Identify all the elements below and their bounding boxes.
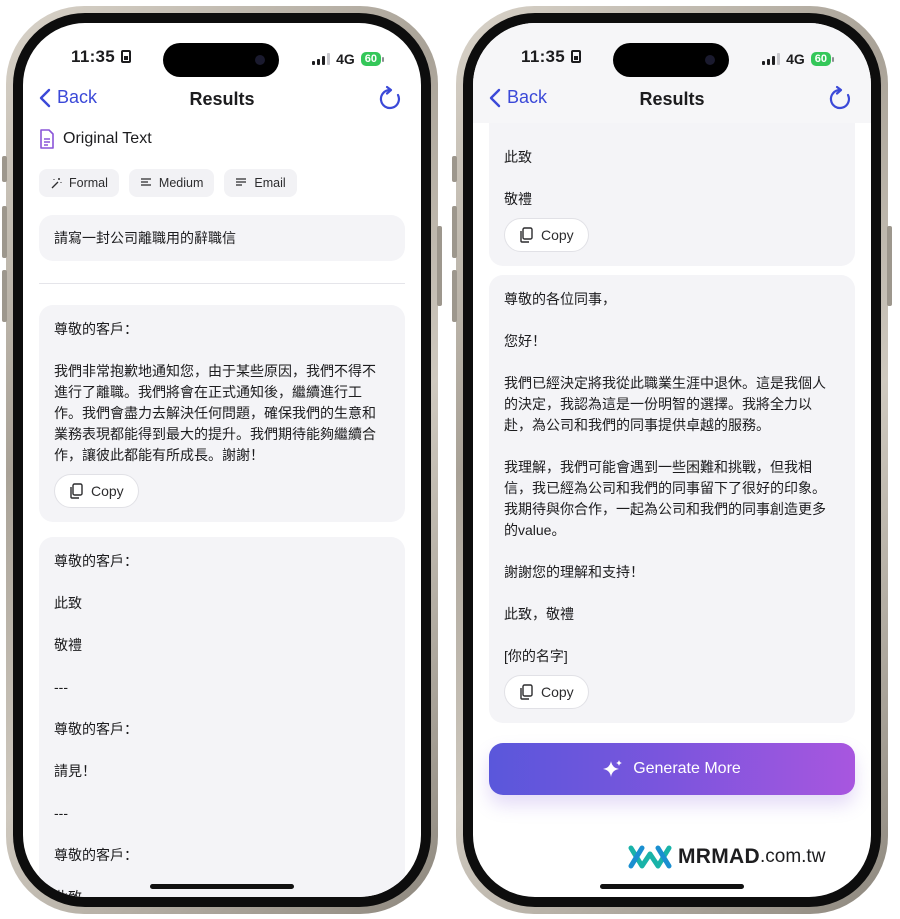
watermark-domain: .com.tw (759, 846, 826, 867)
signal-icon (762, 53, 781, 65)
chip-length[interactable]: Medium (128, 169, 215, 197)
mrmad-logo-icon (628, 845, 672, 869)
home-indicator (150, 884, 294, 889)
copy-button[interactable]: Copy (504, 218, 589, 252)
divider (39, 283, 405, 284)
chip-format-label: Email (254, 176, 286, 190)
page-title: Results (639, 89, 705, 109)
watermark-brand: MRMAD (678, 845, 760, 868)
copy-icon (520, 227, 533, 243)
home-indicator (600, 884, 744, 889)
copy-icon (70, 483, 83, 499)
copy-button[interactable]: Copy (54, 474, 139, 508)
original-text-label: Original Text (63, 130, 152, 147)
sim-icon (121, 50, 132, 63)
magic-wand-icon (51, 178, 62, 189)
chip-length-label: Medium (158, 176, 204, 190)
generate-more-button[interactable]: Generate More (489, 743, 855, 795)
result-text: 此致 敬禮 (504, 149, 532, 207)
result-card-1: 尊敬的客戶： 我們非常抱歉地通知您，由于某些原因，我們不得不 進行了離職。我們將… (39, 305, 405, 522)
copy-label: Copy (541, 226, 574, 243)
chip-tone[interactable]: Formal (39, 169, 119, 197)
nav-bar: Back Results (23, 79, 421, 123)
refresh-icon (379, 85, 401, 110)
copy-icon (520, 684, 533, 700)
refresh-button[interactable] (827, 85, 853, 118)
page-title: Results (189, 89, 255, 109)
network-label: 4G (336, 51, 355, 67)
dynamic-island (163, 43, 279, 77)
nav-bar: Back Results (473, 79, 871, 123)
result-text: 尊敬的各位同事， 您好！ 我們已經決定將我從此職業生涯中退休。這是我個人 的決定… (504, 291, 826, 664)
watermark: MRMAD .com.tw (628, 842, 825, 872)
status-time: 11:35 (521, 47, 566, 66)
signal-icon (312, 53, 331, 65)
original-text-header[interactable]: Original Text (39, 129, 152, 149)
refresh-button[interactable] (377, 85, 403, 118)
refresh-icon (829, 85, 851, 110)
option-chips: Formal Medium Email (39, 169, 297, 197)
chip-format[interactable]: Email (224, 169, 297, 197)
status-bar: 11:35 4G 60 (23, 43, 421, 77)
text-align-icon (236, 178, 247, 186)
result-card-main: 尊敬的各位同事， 您好！ 我們已經決定將我從此職業生涯中退休。這是我個人 的決定… (489, 275, 855, 723)
status-time: 11:35 (71, 47, 116, 66)
prompt-text: 請寫一封公司離職用的辭職信 (54, 230, 236, 246)
copy-button[interactable]: Copy (504, 675, 589, 709)
status-bar: 11:35 4G 60 (473, 43, 871, 77)
generate-more-label: Generate More (633, 760, 741, 777)
result-text: 尊敬的客戶： 我們非常抱歉地通知您，由于某些原因，我們不得不 進行了離職。我們將… (54, 321, 376, 463)
document-icon (40, 129, 54, 149)
network-label: 4G (786, 51, 805, 67)
screen-left: 11:35 4G 60 Back Results Original Text F… (23, 23, 421, 897)
prompt-box: 請寫一封公司離職用的辭職信 (39, 215, 405, 261)
phone-left: 11:35 4G 60 Back Results Original Text F… (2, 6, 442, 914)
chip-tone-label: Formal (69, 176, 108, 190)
battery-icon: 60 (810, 52, 835, 66)
phone-right: 此致 敬禮 Copy 11:35 4G 60 Back Results 尊敬的各… (452, 6, 892, 914)
battery-icon: 60 (360, 52, 385, 66)
result-card-2: 尊敬的客戶： 此致 敬禮 --- 尊敬的客戶： 請見！ --- 尊敬的客戶： 此… (39, 537, 405, 897)
copy-label: Copy (91, 482, 124, 499)
sim-icon (571, 50, 582, 63)
sparkle-icon (603, 760, 623, 777)
lines-icon (140, 178, 151, 186)
result-text: 尊敬的客戶： 此致 敬禮 --- 尊敬的客戶： 請見！ --- 尊敬的客戶： 此… (54, 553, 138, 897)
dynamic-island (613, 43, 729, 77)
copy-label: Copy (541, 683, 574, 700)
screen-right: 此致 敬禮 Copy 11:35 4G 60 Back Results 尊敬的各… (473, 23, 871, 897)
